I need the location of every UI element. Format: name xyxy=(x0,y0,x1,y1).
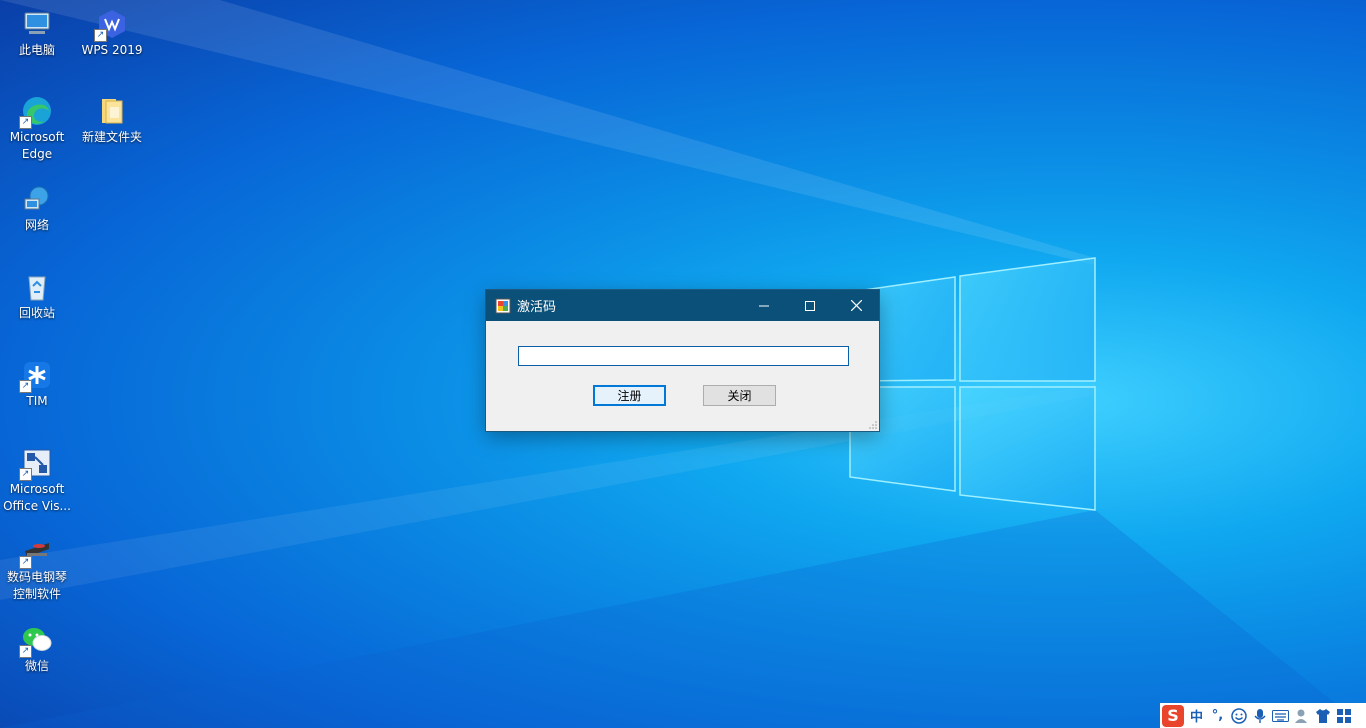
maximize-icon xyxy=(805,300,815,311)
desktop-icon-label: TIM xyxy=(26,394,48,408)
emoji-button[interactable] xyxy=(1228,703,1249,728)
close-window-button[interactable] xyxy=(833,290,879,321)
desktop-icon-label: Microsoft xyxy=(9,130,65,144)
desktop-icon-recycle-bin[interactable]: 回收站 xyxy=(0,271,74,322)
toolbox-button[interactable] xyxy=(1333,703,1354,728)
shirt-icon xyxy=(1315,708,1330,723)
shortcut-arrow-icon: ↗ xyxy=(19,556,32,569)
desktop-icon-wps[interactable]: ↗ WPS 2019 xyxy=(75,8,149,59)
shortcut-arrow-icon: ↗ xyxy=(19,116,32,129)
resize-grip-icon[interactable] xyxy=(869,421,877,429)
shortcut-arrow-icon: ↗ xyxy=(19,468,32,481)
maximize-button[interactable] xyxy=(787,290,833,321)
keyboard-icon xyxy=(1272,709,1289,722)
computer-icon xyxy=(21,8,53,40)
desktop: 此电脑 ↗ WPS 2019 ↗ Microsoft Edge 新建文件夹 网络… xyxy=(0,0,1366,728)
activation-code-input[interactable] xyxy=(518,346,849,366)
soft-keyboard-button[interactable] xyxy=(1270,703,1291,728)
shortcut-arrow-icon: ↗ xyxy=(94,29,107,42)
punctuation-label: °, xyxy=(1211,708,1224,723)
wps-icon: ↗ xyxy=(94,8,128,42)
desktop-icon-label: Microsoft xyxy=(9,482,65,496)
desktop-icon-wechat[interactable]: ↗ 微信 xyxy=(0,624,74,675)
desktop-icon-tim[interactable]: ↗ TIM xyxy=(0,359,74,410)
skin-button[interactable] xyxy=(1312,703,1333,728)
sogou-logo-icon[interactable]: S xyxy=(1160,703,1186,728)
voice-input-button[interactable] xyxy=(1249,703,1270,728)
shortcut-arrow-icon: ↗ xyxy=(19,380,32,393)
desktop-icon-label: 控制软件 xyxy=(12,587,61,601)
desktop-icon-office-visio[interactable]: ↗ Microsoft Office Vis... xyxy=(0,447,74,515)
activation-dialog: 激活码 注册 关闭 xyxy=(486,290,879,431)
piano-software-icon: ↗ xyxy=(19,535,53,569)
grid-icon xyxy=(1336,708,1351,723)
desktop-icon-label: WPS 2019 xyxy=(81,43,143,57)
minimize-icon xyxy=(759,305,769,306)
desktop-icon-new-folder[interactable]: 新建文件夹 xyxy=(75,95,149,146)
desktop-icon-label: 微信 xyxy=(24,659,49,673)
edge-icon: ↗ xyxy=(19,95,53,129)
desktop-icon-network[interactable]: 网络 xyxy=(0,183,74,234)
ime-mode-label: 中 xyxy=(1189,710,1203,725)
close-button[interactable]: 关闭 xyxy=(703,385,776,406)
desktop-icon-label: 新建文件夹 xyxy=(81,130,142,144)
wechat-icon: ↗ xyxy=(19,624,53,658)
desktop-icon-edge[interactable]: ↗ Microsoft Edge xyxy=(0,95,74,163)
visio-icon: ↗ xyxy=(19,447,53,481)
dialog-title: 激活码 xyxy=(517,300,557,315)
desktop-icon-label: 数码电钢琴 xyxy=(6,570,67,584)
register-button[interactable]: 注册 xyxy=(593,385,666,406)
user-icon xyxy=(1294,709,1307,723)
desktop-icon-label: 网络 xyxy=(24,218,49,232)
ime-logo: S xyxy=(1162,704,1184,727)
desktop-icon-label: Office Vis... xyxy=(3,499,71,513)
desktop-icon-label: 回收站 xyxy=(18,306,55,320)
microphone-icon xyxy=(1253,708,1266,723)
punctuation-toggle[interactable]: °, xyxy=(1207,703,1228,728)
ime-mode-toggle[interactable]: 中 xyxy=(1186,703,1207,728)
desktop-icon-label: Edge xyxy=(21,147,53,161)
app-window-icon xyxy=(495,298,511,313)
dialog-titlebar[interactable]: 激活码 xyxy=(486,290,879,321)
recycle-bin-icon xyxy=(21,271,53,303)
smiley-icon xyxy=(1230,707,1247,724)
network-icon xyxy=(21,183,53,215)
desktop-icon-label: 此电脑 xyxy=(18,43,55,57)
desktop-icon-this-pc[interactable]: 此电脑 xyxy=(0,8,74,59)
tim-icon: ↗ xyxy=(19,359,53,393)
user-center-button[interactable] xyxy=(1291,703,1312,728)
desktop-icon-piano-software[interactable]: ↗ 数码电钢琴 控制软件 xyxy=(0,535,74,603)
ime-toolbar: S 中 °, xyxy=(1160,703,1366,728)
minimize-button[interactable] xyxy=(741,290,787,321)
folder-icon xyxy=(96,95,128,127)
close-icon xyxy=(850,300,862,311)
shortcut-arrow-icon: ↗ xyxy=(19,645,32,658)
